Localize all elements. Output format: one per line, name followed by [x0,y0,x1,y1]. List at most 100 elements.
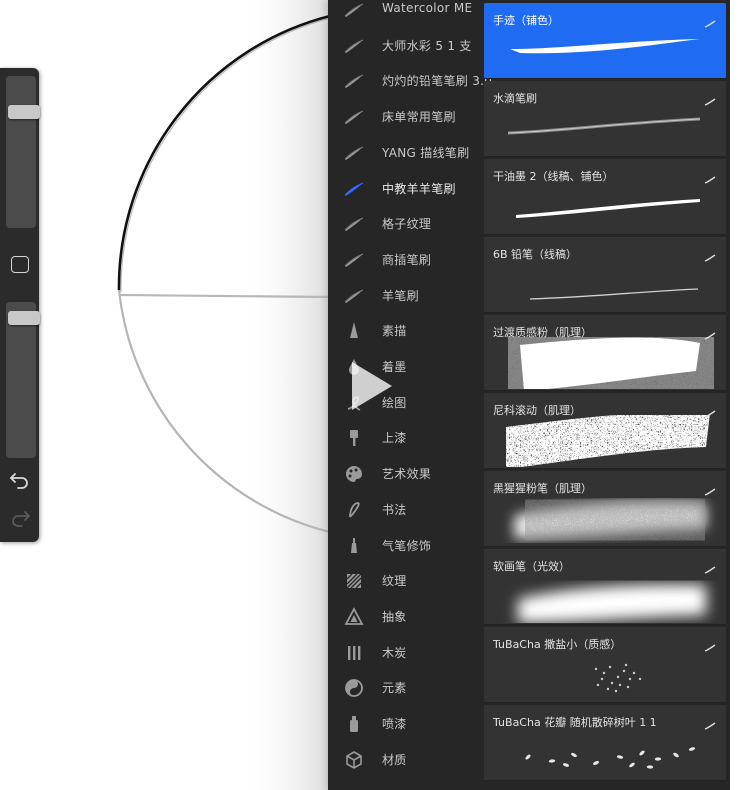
brush-card[interactable]: 软画笔（光效） [484,549,726,625]
brush-stroke-icon [342,213,366,235]
undo-arrow-icon[interactable] [9,470,31,490]
brush-set-item[interactable]: Watercolor ME [328,0,484,27]
brush-name: 黑猩猩粉笔（肌理） [493,482,592,495]
brush-name: TuBaCha 花瓣 随机散碎树叶 1 1 [493,716,657,729]
brush-set-item[interactable]: 格子纹理 [328,207,484,241]
brush-name: 手迹（铺色） [493,14,559,27]
brush-card[interactable]: 尼科滚动（肌理） [484,393,726,469]
brush-stroke-icon [342,35,366,57]
brush-name: 软画笔（光效） [493,560,570,573]
brush-set-item[interactable]: 床单常用笔刷 [328,100,484,134]
brush-stroke-preview [500,412,720,469]
triangle-icon [342,606,366,628]
brush-name: 6B 铅笔（线稿） [493,248,578,261]
brush-stroke-icon [342,0,366,21]
brush-stroke-icon [342,142,366,164]
brush-set-item[interactable]: 气笔修饰 [328,529,484,563]
brush-name: 尼科滚动（肌理） [493,404,581,417]
brush-card[interactable]: TuBaCha 撒盐小（质感） [484,627,726,703]
brush-set-item[interactable]: 抽象 [328,600,484,634]
brush-set-label: 商插笔刷 [382,253,432,267]
brush-set-label: 灼灼的铅笔笔刷 3.0 [382,74,493,88]
brush-set-label: 材质 [382,753,407,767]
brush-name: 过渡质感粉（肌理） [493,326,592,339]
brush-card[interactable]: 6B 铅笔（线稿） [484,237,726,313]
brush-set-label: 抽象 [382,610,407,624]
brush-size-slider[interactable] [6,76,40,228]
brush-set-label: 床单常用笔刷 [382,110,456,124]
brush-set-label: 纹理 [382,574,407,588]
pen-pressure-icon [704,559,716,574]
brush-card[interactable]: TuBaCha 花瓣 随机散碎树叶 1 1 [484,705,726,781]
brush-set-item[interactable]: 羊笔刷 [328,279,484,313]
pencil-icon [342,320,366,342]
brush-set-item[interactable]: 灼灼的铅笔笔刷 3.0 [328,64,492,98]
spray-can-icon [342,713,366,735]
pen-pressure-icon [704,481,716,496]
brush-stroke-preview [500,259,720,311]
brush-stroke-preview [500,493,720,545]
brush-set-item[interactable]: 材质 [328,743,484,777]
brush-set-label: Watercolor ME [382,1,473,15]
brush-name: TuBaCha 撒盐小（质感） [493,638,622,651]
brush-stroke-preview [500,649,720,701]
brush-stroke-icon [342,70,366,92]
brush-set-item[interactable]: 纹理 [328,564,484,598]
brush-set-item[interactable]: 素描 [328,314,484,348]
brush-set-label: 艺术效果 [382,467,432,481]
brush-set-label: 喷漆 [382,717,407,731]
brush-set-item[interactable]: 书法 [328,493,484,527]
brush-list: 手迹（铺色） 水滴笔刷干油墨 2（线稿、铺色） 6B 铅笔（线稿） 过渡质感粉（肌理）… [484,0,730,790]
redo-arrow-icon[interactable] [9,508,31,528]
opacity-slider[interactable] [6,302,40,458]
brush-set-item[interactable]: 中教羊羊笔刷 [328,172,484,206]
square-icon[interactable] [11,256,29,273]
brush-stroke-preview [500,25,720,77]
canvas-edge [730,0,740,790]
brush-size-thumb[interactable] [8,105,40,119]
cube-icon [342,749,366,771]
pen-pressure-icon [704,13,716,28]
pen-pressure-icon [704,325,716,340]
brush-set-item[interactable]: 上漆 [328,421,484,455]
charcoal-icon [342,642,366,664]
brush-set-label: 羊笔刷 [382,289,419,303]
brush-set-label: 木炭 [382,646,407,660]
brush-set-item[interactable]: 木炭 [328,636,484,670]
calligraphy-icon [342,499,366,521]
brush-set-item[interactable]: YANG 描线笔刷 [328,136,484,170]
brush-set-item[interactable]: 商插笔刷 [328,243,484,277]
brush-set-item[interactable]: 大师水彩 5 1 支 [328,29,484,63]
brush-stroke-icon [342,178,366,200]
brush-card[interactable]: 水滴笔刷 [484,81,726,157]
pen-pressure-icon [704,403,716,418]
brush-name: 干油墨 2（线稿、铺色） [493,170,614,183]
brush-stroke-preview [500,571,720,623]
pen-pressure-icon [704,715,716,730]
brush-card[interactable]: 黑猩猩粉笔（肌理） [484,471,726,547]
brush-set-label: 中教羊羊笔刷 [382,182,456,196]
brush-card[interactable]: 过渡质感粉（肌理） [484,315,726,395]
airbrush-icon [342,535,366,557]
brush-card[interactable]: 干油墨 2（线稿、铺色） [484,159,726,235]
brush-set-label: 上漆 [382,431,407,445]
brush-set-label: 素描 [382,324,407,338]
palette-icon [342,463,366,485]
pen-pressure-icon [704,91,716,106]
brush-set-item[interactable]: 艺术效果 [328,457,484,491]
side-toolbar [0,68,40,542]
brush-set-label: 大师水彩 5 1 支 [382,39,472,53]
brush-set-item[interactable]: 喷漆 [328,707,484,741]
paint-brush-icon [342,427,366,449]
brush-stroke-preview [500,181,720,233]
brush-set-label: 元素 [382,681,407,695]
brush-stroke-preview [500,727,720,779]
brush-set-label: 格子纹理 [382,217,432,231]
brush-set-label: 书法 [382,503,407,517]
play-icon[interactable] [348,360,396,412]
opacity-thumb[interactable] [8,311,40,325]
brush-set-label: YANG 描线笔刷 [382,146,470,160]
brush-card[interactable]: 手迹（铺色） [484,3,726,79]
texture-icon [342,570,366,592]
brush-set-item[interactable]: 元素 [328,671,484,705]
